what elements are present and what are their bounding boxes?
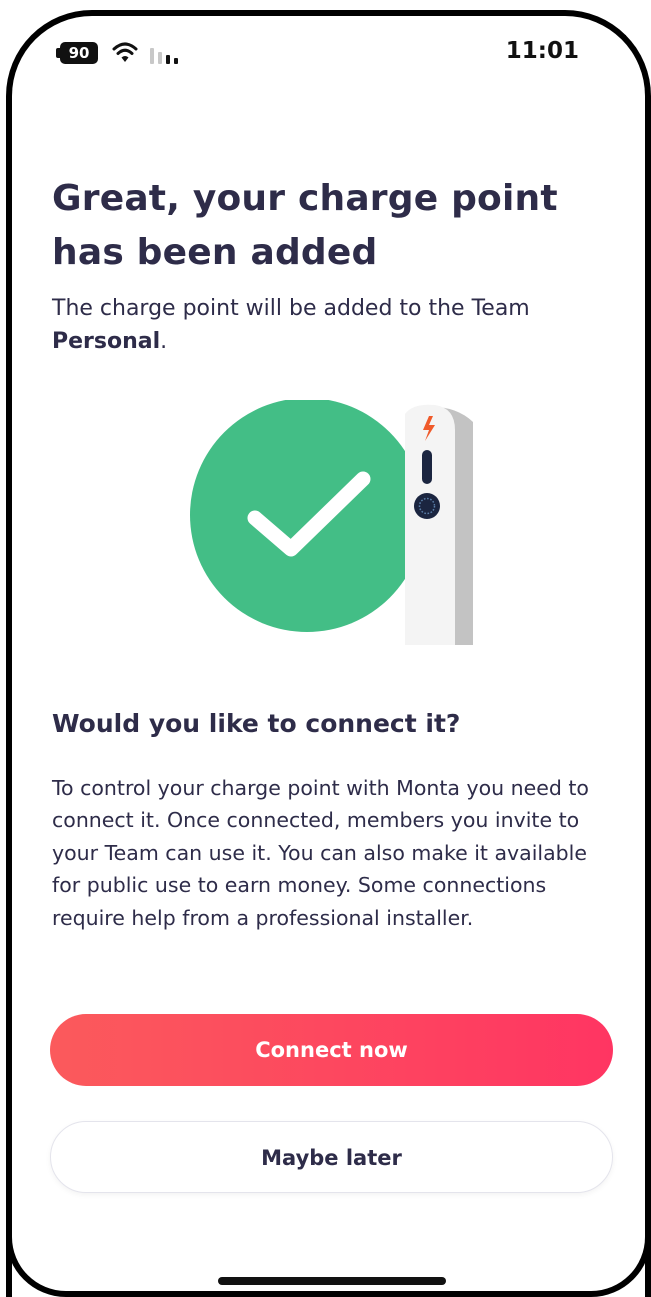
team-info-text: The charge point will be added to the Te…	[52, 292, 612, 358]
page-title: Great, your charge point has been added	[52, 178, 558, 273]
team-info-suffix: .	[160, 329, 168, 354]
maybe-later-button[interactable]: Maybe later	[50, 1121, 613, 1193]
charge-point-added-checkmark-icon	[190, 400, 473, 645]
team-info-prefix: The charge point will be added to the Te…	[52, 296, 530, 321]
status-bar: 90 11:01	[0, 0, 651, 80]
signal-icon	[150, 48, 178, 64]
connect-description: To control your charge point with Monta …	[52, 776, 589, 930]
connect-question-heading: Would you like to connect it?	[52, 709, 461, 738]
connect-now-button[interactable]: Connect now	[50, 1014, 613, 1086]
team-name: Personal	[52, 329, 161, 354]
battery-icon: 90	[60, 42, 98, 64]
status-time: 11:01	[505, 38, 579, 64]
home-indicator[interactable]	[218, 1277, 446, 1285]
wifi-icon	[112, 42, 138, 62]
